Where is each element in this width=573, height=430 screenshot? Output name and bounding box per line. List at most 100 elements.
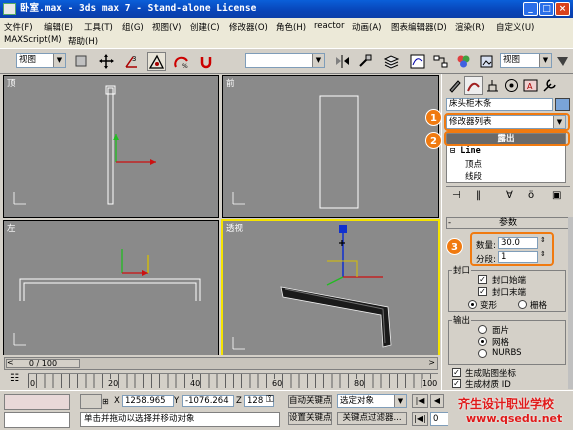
viewport-front-canvas — [232, 95, 359, 209]
create-tab-icon[interactable] — [445, 76, 464, 95]
view-combo[interactable]: 视图 ▼ — [16, 53, 66, 68]
prev-frame-icon[interactable]: ◀ — [430, 394, 444, 408]
time-slider-thumb[interactable]: 0 / 100 — [6, 359, 80, 368]
gen-mat-id-checkbox[interactable]: ✓ — [452, 379, 461, 388]
move-icon[interactable] — [97, 52, 116, 71]
percent-snap-icon[interactable] — [147, 52, 166, 71]
app-icon — [3, 3, 16, 15]
material-editor-icon[interactable] — [454, 52, 473, 71]
set-key-button[interactable]: 设置关键点 — [288, 412, 332, 425]
selected-objects-combo[interactable]: 选定对象 ▼ — [337, 394, 407, 408]
auto-key-button[interactable]: 自动关键点 — [288, 395, 332, 408]
cap-start-checkbox[interactable]: ✓ — [478, 275, 487, 284]
schematic-view-icon[interactable] — [431, 52, 450, 71]
time-slider-track[interactable]: 0 / 100 < > — [4, 357, 438, 370]
x-label: X — [114, 396, 120, 406]
angle-snap-icon[interactable]: 3 — [122, 52, 141, 71]
morph-radio[interactable] — [468, 300, 477, 309]
minimize-button[interactable]: _ — [523, 2, 538, 16]
maximize-button[interactable]: □ — [539, 2, 554, 16]
maxscript-listener-white[interactable] — [4, 412, 70, 428]
menu-file[interactable]: 文件(F) — [4, 21, 33, 33]
menu-tools[interactable]: 工具(T) — [84, 21, 113, 33]
object-color-swatch[interactable] — [555, 98, 570, 111]
grid-radio[interactable] — [518, 300, 527, 309]
gen-map-coords-checkbox[interactable]: ✓ — [452, 368, 461, 377]
quick-render-icon[interactable] — [553, 52, 572, 71]
panel-scrollbar[interactable] — [568, 217, 573, 389]
menu-animation[interactable]: 动画(A) — [352, 21, 381, 33]
menu-customize[interactable]: 自定义(U) — [496, 21, 534, 33]
named-selection-combo[interactable]: ▼ — [245, 53, 325, 68]
menu-rendering[interactable]: 渲染(R) — [455, 21, 485, 33]
viewport-front[interactable]: 前 — [222, 75, 439, 218]
key-filters-button[interactable]: 关键点过滤器... — [337, 412, 407, 425]
y-coord-input[interactable]: -1076.264 — [182, 395, 234, 407]
hierarchy-tab-icon[interactable] — [483, 76, 502, 95]
highlight-box-1 — [444, 113, 570, 131]
svg-text:A: A — [527, 82, 533, 91]
motion-tab-icon[interactable] — [502, 76, 521, 95]
track-bar-ruler[interactable] — [28, 373, 438, 388]
menu-views[interactable]: 视图(V) — [152, 21, 181, 33]
parameters-rollout-header[interactable]: 参数 — [446, 217, 570, 229]
capping-title: 封口 — [452, 264, 472, 276]
mirror-icon[interactable] — [333, 52, 352, 71]
show-end-result-icon[interactable]: ‖ — [476, 190, 481, 201]
modify-tab-icon[interactable] — [464, 76, 483, 95]
align-icon[interactable] — [356, 52, 375, 71]
selection-lock-button[interactable] — [80, 394, 102, 409]
viewport-left[interactable]: 左 — [3, 220, 219, 356]
track-bar-icon[interactable]: ☷ — [10, 373, 19, 384]
spinner-snap-icon[interactable]: % — [172, 52, 191, 71]
nurbs-radio[interactable] — [478, 349, 487, 358]
gen-mat-id-label: 生成材质 ID — [465, 380, 511, 390]
mesh-radio[interactable] — [478, 337, 487, 346]
display-tab-icon[interactable]: A — [521, 76, 540, 95]
slider-left-arrow-icon[interactable]: < — [7, 358, 14, 367]
remove-modifier-icon[interactable]: ö — [528, 190, 534, 201]
output-title: 输出 — [452, 314, 472, 326]
close-button[interactable]: × — [555, 2, 570, 16]
make-unique-icon[interactable]: ∀ — [506, 190, 513, 201]
viewport-left-canvas — [13, 249, 201, 346]
x-coord-input[interactable]: 1258.965 — [122, 395, 174, 407]
magnet-icon[interactable] — [197, 52, 216, 71]
render-scene-icon[interactable] — [477, 52, 496, 71]
layers-icon[interactable] — [382, 52, 401, 71]
pin-stack-icon[interactable]: ⊣ — [452, 190, 461, 201]
stack-item-vertex[interactable]: 顶点 — [465, 158, 482, 170]
viewport-top[interactable]: 顶 — [3, 75, 219, 218]
stack-item-line[interactable]: ⊟ Line — [450, 146, 481, 156]
snap-icon[interactable] — [72, 52, 91, 71]
absolute-mode-icon[interactable]: ⊞ — [102, 397, 109, 406]
key-mode-icon[interactable]: |◀| — [412, 412, 428, 426]
menu-maxscript[interactable]: MAXScript(M) — [4, 35, 62, 45]
menu-create[interactable]: 创建(C) — [190, 21, 220, 33]
go-to-start-icon[interactable]: |◀ — [412, 394, 428, 408]
menu-edit[interactable]: 编辑(E) — [44, 21, 73, 33]
menu-modifiers[interactable]: 修改器(O) — [229, 21, 268, 33]
object-name-field[interactable]: 床头柜木条 — [446, 98, 553, 111]
tick-40: 40 — [190, 379, 201, 388]
menu-character[interactable]: 角色(H) — [276, 21, 306, 33]
menu-reactor[interactable]: reactor — [314, 21, 344, 31]
menu-group[interactable]: 组(G) — [122, 21, 144, 33]
viewport-perspective[interactable]: 透视 — [221, 219, 440, 357]
menu-help[interactable]: 帮助(H) — [68, 35, 98, 47]
key-icon[interactable]: ⚿ — [266, 394, 274, 405]
stack-item-segment[interactable]: 线段 — [465, 170, 482, 182]
toolbar-handle-icon — [3, 52, 13, 71]
cap-start-label: 封口始端 — [492, 276, 527, 286]
slider-right-arrow-icon[interactable]: > — [428, 358, 435, 367]
configure-sets-icon[interactable]: ▣ — [552, 190, 561, 201]
cap-end-checkbox[interactable]: ✓ — [478, 287, 487, 296]
patch-radio[interactable] — [478, 325, 487, 334]
render-type-combo[interactable]: 视图 ▼ — [500, 53, 552, 68]
watermark-url: www.qsedu.net — [466, 412, 563, 425]
curve-editor-icon[interactable] — [408, 52, 427, 71]
utilities-tab-icon[interactable] — [540, 76, 559, 95]
window-title: 卧室.max - 3ds max 7 - Stand-alone License — [20, 3, 257, 14]
menu-graph-editors[interactable]: 图表编辑器(D) — [391, 21, 447, 33]
maxscript-listener-pink[interactable] — [4, 394, 70, 410]
